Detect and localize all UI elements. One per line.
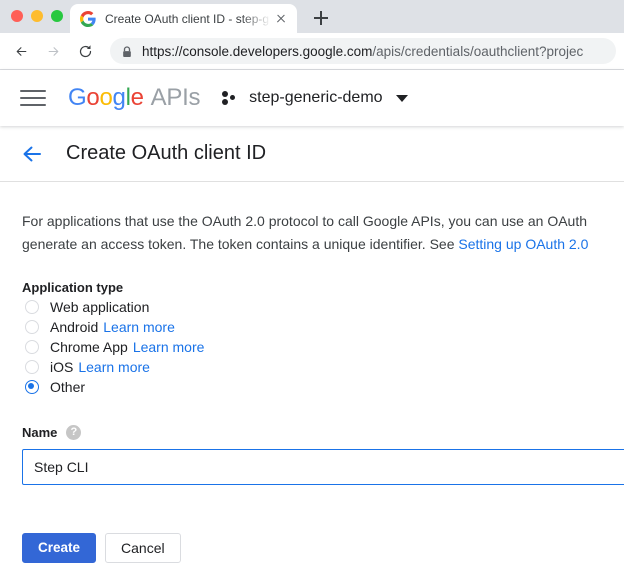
logo-letter-g2: g <box>112 84 126 111</box>
radio-button[interactable] <box>25 360 39 374</box>
description-line-1: For applications that use the OAuth 2.0 … <box>22 213 588 229</box>
cancel-button[interactable]: Cancel <box>105 533 181 563</box>
description-line-2-text: generate an access token. The token cont… <box>22 236 459 252</box>
url-host: https://console.developers.google.com <box>142 43 373 59</box>
radio-button[interactable] <box>25 320 39 334</box>
logo-apis-text: APIs <box>150 84 201 111</box>
radio-option-chrome-app[interactable]: Chrome App Learn more <box>22 337 624 357</box>
help-icon[interactable]: ? <box>66 425 82 440</box>
learn-more-link-chrome-app[interactable]: Learn more <box>133 339 205 355</box>
google-favicon <box>80 10 96 27</box>
close-window-button[interactable] <box>11 10 23 22</box>
minimize-window-button[interactable] <box>31 10 43 22</box>
logo-letter-o1: o <box>86 84 100 111</box>
radio-option-ios[interactable]: iOS Learn more <box>22 357 624 377</box>
forward-icon <box>40 37 68 65</box>
address-bar-url: https://console.developers.google.com/ap… <box>142 44 583 59</box>
name-field-label: Name <box>22 425 58 440</box>
radio-option-web-application[interactable]: Web application <box>22 297 624 317</box>
google-apis-logo[interactable]: Google APIs <box>68 84 200 112</box>
tab-title: Create OAuth client ID - step-g <box>105 11 270 26</box>
application-type-label: Application type <box>22 280 124 295</box>
menu-icon[interactable] <box>20 89 46 107</box>
application-type-radio-group: Web application Android Learn more Chrom… <box>22 297 624 397</box>
learn-more-link-android[interactable]: Learn more <box>103 319 175 335</box>
new-tab-icon[interactable] <box>307 4 335 32</box>
radio-option-android[interactable]: Android Learn more <box>22 317 624 337</box>
project-name: step-generic-demo <box>249 89 383 106</box>
project-selector[interactable]: step-generic-demo <box>222 89 408 107</box>
logo-letter-e: e <box>130 84 144 111</box>
reload-icon[interactable] <box>72 37 100 65</box>
url-path: /apis/credentials/oauthclient?projec <box>372 43 584 59</box>
browser-toolbar: https://console.developers.google.com/ap… <box>0 33 624 70</box>
browser-window: Create OAuth client ID - step-g https://… <box>0 0 624 585</box>
radio-label: iOS <box>50 359 74 375</box>
name-input[interactable] <box>22 449 624 485</box>
main-content: For applications that use the OAuth 2.0 … <box>0 182 624 563</box>
radio-label: Android <box>50 319 99 335</box>
address-bar[interactable]: https://console.developers.google.com/ap… <box>110 38 616 64</box>
setting-up-oauth-link[interactable]: Setting up OAuth 2.0 <box>458 236 588 252</box>
create-button[interactable]: Create <box>22 533 97 563</box>
radio-option-other[interactable]: Other <box>22 377 624 397</box>
project-dots-icon <box>222 90 240 106</box>
description-line-2: generate an access token. The token cont… <box>22 233 624 256</box>
radio-button[interactable] <box>25 340 39 354</box>
radio-label: Web application <box>50 299 150 315</box>
name-field-label-row: Name ? <box>22 425 624 440</box>
radio-button[interactable] <box>25 300 39 314</box>
browser-tab[interactable]: Create OAuth client ID - step-g <box>70 4 297 33</box>
logo-letter-o2: o <box>99 84 113 111</box>
page-title: Create OAuth client ID <box>66 142 267 164</box>
action-button-row: Create Cancel <box>22 533 624 563</box>
app-header: Google APIs step-generic-demo <box>0 70 624 126</box>
chevron-down-icon[interactable] <box>395 94 408 102</box>
window-controls <box>11 10 63 22</box>
lock-icon <box>122 45 132 57</box>
tab-strip: Create OAuth client ID - step-g <box>0 0 624 33</box>
maximize-window-button[interactable] <box>51 10 63 22</box>
page-title-bar: Create OAuth client ID <box>0 126 624 182</box>
logo-letter-g: G <box>68 84 87 111</box>
back-icon[interactable] <box>8 37 36 65</box>
close-tab-icon[interactable] <box>273 11 289 27</box>
learn-more-link-ios[interactable]: Learn more <box>78 359 150 375</box>
back-arrow-icon[interactable] <box>20 142 44 166</box>
radio-label: Chrome App <box>50 339 128 355</box>
radio-label: Other <box>50 379 86 395</box>
radio-button[interactable] <box>25 380 39 394</box>
